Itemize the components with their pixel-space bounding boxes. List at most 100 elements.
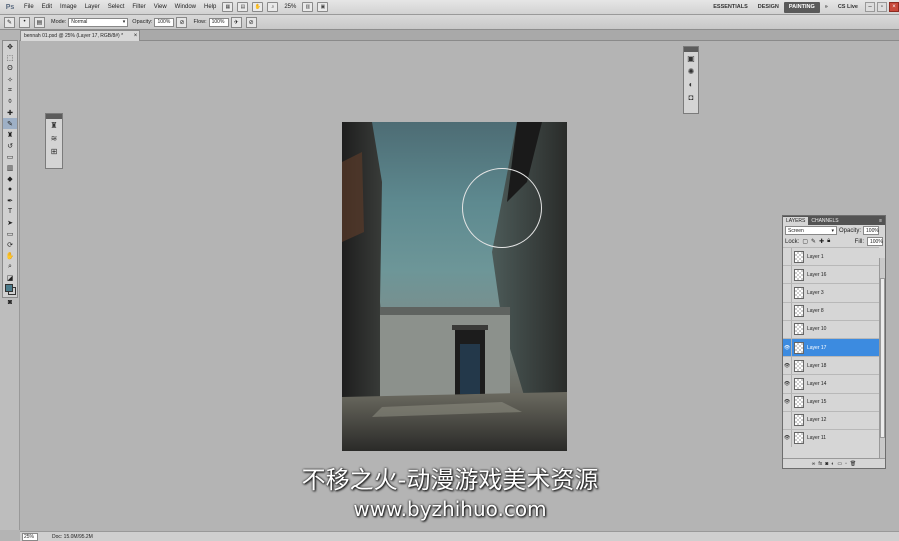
- brush-tool-icon[interactable]: ✎: [3, 118, 17, 129]
- zoom-tool-icon[interactable]: ⌕: [3, 261, 17, 272]
- mode-select[interactable]: Normal ▾: [68, 17, 129, 27]
- lasso-tool-icon[interactable]: ʘ: [3, 63, 17, 74]
- layer-style-icon[interactable]: fx: [818, 461, 822, 467]
- link-layers-icon[interactable]: ∞: [812, 461, 816, 467]
- menu-edit[interactable]: Edit: [38, 4, 56, 10]
- layer-opacity-field[interactable]: 100%: [863, 226, 880, 235]
- marquee-tool-icon[interactable]: ⬚: [3, 52, 17, 63]
- color-swatches[interactable]: [3, 283, 17, 297]
- eye-icon[interactable]: 👁︎: [783, 429, 792, 448]
- brush-presets-icon[interactable]: ≋: [46, 132, 62, 145]
- healing-brush-tool-icon[interactable]: ✚: [3, 107, 17, 118]
- masks-icon[interactable]: ◘: [684, 91, 698, 104]
- zoom-tool-icon[interactable]: ⌕: [267, 2, 279, 12]
- gradient-tool-icon[interactable]: ▥: [3, 162, 17, 173]
- eye-icon[interactable]: 👁︎: [783, 375, 792, 393]
- tab-channels[interactable]: CHANNELS: [808, 217, 841, 225]
- clone-stamp-tool-icon[interactable]: ♜: [3, 129, 17, 140]
- workspace-painting[interactable]: PAINTING: [783, 1, 820, 13]
- adjustments-icon[interactable]: ◐: [684, 78, 698, 91]
- lock-image-icon[interactable]: ✎: [811, 238, 816, 245]
- flow-field[interactable]: 100%: [208, 17, 229, 27]
- workspace-essentials[interactable]: ESSENTIALS: [708, 2, 753, 13]
- new-group-icon[interactable]: ▭: [837, 461, 842, 467]
- workspace-more[interactable]: »: [820, 2, 833, 13]
- layer-row[interactable]: 👁︎ Layer 18: [783, 356, 879, 375]
- eyedropper-tool-icon[interactable]: ⌽: [3, 96, 17, 107]
- lock-all-icon[interactable]: 🔒︎: [827, 238, 830, 245]
- arrange-documents-icon[interactable]: ▥: [302, 2, 314, 12]
- delete-layer-icon[interactable]: 🗑︎: [850, 461, 856, 467]
- hand-tool-icon[interactable]: ✋: [3, 250, 17, 261]
- crop-tool-icon[interactable]: ⌗: [3, 85, 17, 96]
- new-layer-icon[interactable]: ▫: [845, 461, 847, 467]
- panel-menu-icon[interactable]: ≡: [876, 217, 885, 225]
- blend-mode-select[interactable]: Screen ▾: [785, 226, 837, 235]
- eraser-tool-icon[interactable]: ▭: [3, 151, 17, 162]
- quick-select-tool-icon[interactable]: ✧: [3, 74, 17, 85]
- adjustment-layer-icon[interactable]: ◐: [831, 461, 834, 467]
- type-tool-icon[interactable]: T: [3, 206, 17, 217]
- fill-field[interactable]: 100%: [867, 237, 883, 246]
- tool-presets-icon[interactable]: ♜: [46, 119, 62, 132]
- dodge-tool-icon[interactable]: ●: [3, 184, 17, 195]
- menu-select[interactable]: Select: [104, 4, 129, 10]
- menu-help[interactable]: Help: [200, 4, 220, 10]
- close-tab-icon[interactable]: ×: [132, 33, 139, 39]
- foreground-color-swatch[interactable]: [5, 284, 13, 292]
- opacity-field[interactable]: 100%: [154, 17, 175, 27]
- visibility-toggle[interactable]: [783, 320, 792, 338]
- mini-bridge-icon[interactable]: ▤: [237, 2, 249, 12]
- layer-row[interactable]: 👁︎ Layer 14: [783, 374, 879, 393]
- visibility-toggle[interactable]: [783, 411, 792, 429]
- lock-transparent-icon[interactable]: ▢: [802, 238, 808, 245]
- menu-file[interactable]: File: [20, 4, 38, 10]
- brush-panel-icon[interactable]: ▤: [34, 16, 45, 28]
- layer-row[interactable]: Layer 10: [783, 319, 879, 338]
- layer-row[interactable]: 👁︎ Layer 17: [783, 337, 879, 357]
- eye-icon[interactable]: 👁︎: [783, 357, 792, 375]
- layers-scrollbar[interactable]: [879, 258, 885, 458]
- scrollbar-thumb[interactable]: [880, 278, 885, 438]
- tab-layers[interactable]: LAYERS: [783, 217, 809, 225]
- brush-size-icon[interactable]: •: [19, 16, 30, 28]
- visibility-toggle[interactable]: [783, 266, 792, 284]
- status-zoom-field[interactable]: 25%: [22, 532, 38, 541]
- history-brush-tool-icon[interactable]: ↺: [3, 140, 17, 151]
- eye-icon[interactable]: 👁︎: [783, 393, 792, 411]
- visibility-toggle[interactable]: [783, 302, 792, 320]
- screen-mode-icon[interactable]: ▣: [317, 2, 329, 12]
- layer-row[interactable]: Layer 3: [783, 283, 879, 302]
- lock-position-icon[interactable]: ✚: [819, 238, 824, 245]
- close-icon[interactable]: ×: [889, 2, 899, 12]
- cs-live-button[interactable]: CS Live: [833, 2, 863, 13]
- pressure-opacity-icon[interactable]: ⊘: [176, 16, 188, 28]
- menu-view[interactable]: View: [150, 4, 171, 10]
- document-tab[interactable]: bennah 01.psd @ 25% (Layer 17, RGB/8#) *…: [20, 30, 140, 41]
- airbrush-icon[interactable]: ✈: [230, 16, 242, 28]
- move-tool-icon[interactable]: ✥: [3, 41, 17, 52]
- visibility-toggle[interactable]: [783, 284, 792, 302]
- brush-preset-icon[interactable]: ✎: [4, 16, 15, 28]
- workspace-design[interactable]: DESIGN: [753, 2, 784, 13]
- default-colors-icon[interactable]: ◪: [3, 272, 17, 283]
- path-select-tool-icon[interactable]: ➤: [3, 217, 17, 228]
- pressure-size-icon[interactable]: ⊘: [245, 16, 257, 28]
- clone-source-icon[interactable]: ⊞: [46, 145, 62, 158]
- hand-tool-icon[interactable]: ✋: [252, 2, 264, 12]
- eye-icon[interactable]: 👁︎: [783, 338, 792, 357]
- menu-window[interactable]: Window: [171, 4, 200, 10]
- minimize-icon[interactable]: –: [865, 2, 875, 12]
- shape-tool-icon[interactable]: ▭: [3, 228, 17, 239]
- layer-row[interactable]: Layer 1: [783, 247, 879, 266]
- layer-row[interactable]: Layer 16: [783, 265, 879, 284]
- visibility-toggle[interactable]: [783, 248, 792, 266]
- add-mask-icon[interactable]: ◙: [825, 461, 828, 467]
- blur-tool-icon[interactable]: ◆: [3, 173, 17, 184]
- menu-filter[interactable]: Filter: [128, 4, 149, 10]
- document-canvas[interactable]: [342, 122, 567, 451]
- menu-layer[interactable]: Layer: [81, 4, 104, 10]
- zoom-level[interactable]: 25%: [280, 4, 300, 10]
- layer-row[interactable]: Layer 12: [783, 410, 879, 429]
- color-icon[interactable]: ✺: [684, 65, 698, 78]
